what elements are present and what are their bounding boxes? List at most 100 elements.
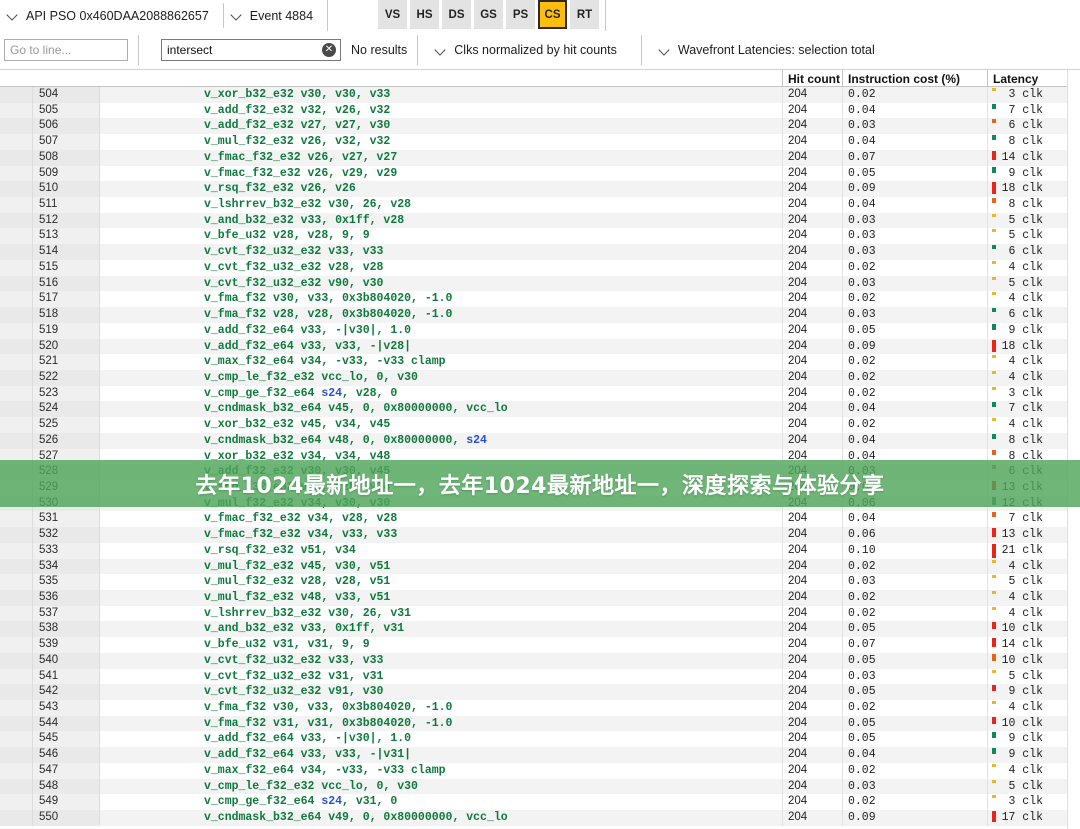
table-row[interactable]: 550v_cndmask_b32_e64 v49, 0, 0x80000000,…	[0, 810, 1080, 826]
table-row[interactable]: 544v_fma_f32 v31, v31, 0x3b804020, -1.02…	[0, 716, 1080, 732]
table-row[interactable]: 511v_lshrrev_b32_e32 v30, 26, v282040.04…	[0, 197, 1080, 213]
table-row[interactable]: 536v_mul_f32_e32 v48, v33, v512040.024 c…	[0, 590, 1080, 606]
stage-tab-gs[interactable]: GS	[474, 0, 503, 29]
table-row[interactable]: 513v_bfe_u32 v28, v28, 9, 92040.035 clk	[0, 228, 1080, 244]
table-row[interactable]: 504v_xor_b32_e32 v30, v30, v332040.023 c…	[0, 87, 1080, 103]
clear-search-icon[interactable]: ✕	[322, 43, 336, 57]
line-number: 534	[33, 559, 100, 575]
table-row[interactable]: 528v_add_f32_e32 v30, v30, v452040.036 c…	[0, 464, 1080, 480]
table-row[interactable]: 533v_rsq_f32_e32 v51, v342040.1021 clk	[0, 543, 1080, 559]
table-row[interactable]: 547v_max_f32_e64 v34, -v33, -v33 clamp20…	[0, 763, 1080, 779]
table-row[interactable]: 507v_mul_f32_e32 v26, v32, v322040.048 c…	[0, 134, 1080, 150]
stage-tab-hs[interactable]: HS	[410, 0, 439, 29]
stage-tab-vs[interactable]: VS	[378, 0, 407, 29]
chevron-down-icon	[660, 45, 671, 56]
header-hit-count[interactable]: Hit count	[782, 70, 842, 87]
latency-cell: 13 clk	[987, 480, 1067, 496]
instruction-text: v_and_b32_e32 v33, 0x1ff, v31	[100, 621, 782, 637]
table-row[interactable]: 505v_add_f32_e32 v32, v26, v322040.047 c…	[0, 103, 1080, 119]
table-row[interactable]: 506v_add_f32_e32 v27, v27, v302040.036 c…	[0, 118, 1080, 134]
table-row[interactable]: 537v_lshrrev_b32_e32 v30, 26, v312040.02…	[0, 606, 1080, 622]
table-row[interactable]: 527v_xor_b32_e32 v34, v34, v482040.048 c…	[0, 449, 1080, 465]
hit-count-value: 204	[782, 323, 842, 339]
instruction-text: v_cvt_f32_u32_e32 v91, v30	[100, 684, 782, 700]
instruction-cost-value: 0.07	[842, 150, 987, 166]
latency-bar	[992, 450, 996, 455]
goto-line-input[interactable]	[4, 39, 128, 61]
table-row[interactable]: 532v_fmac_f32_e32 v34, v33, v332040.0613…	[0, 527, 1080, 543]
stage-tab-rt[interactable]: RT	[570, 0, 599, 29]
table-row[interactable]: 520v_add_f32_e64 v33, v33, -|v28|2040.09…	[0, 339, 1080, 355]
header-latency[interactable]: Latency	[987, 70, 1067, 87]
instruction-text: v_xor_b32_e32 v30, v30, v33	[100, 87, 782, 103]
latency-value: 8 clk	[1008, 198, 1043, 211]
table-row[interactable]: 538v_and_b32_e32 v33, 0x1ff, v312040.051…	[0, 621, 1080, 637]
table-row[interactable]: 546v_add_f32_e64 v33, v33, -|v31|2040.04…	[0, 747, 1080, 763]
table-row[interactable]: 525v_xor_b32_e32 v45, v34, v452040.024 c…	[0, 417, 1080, 433]
latency-cell: 9 clk	[987, 323, 1067, 339]
table-row[interactable]: 549v_cmp_ge_f32_e64 s24, v31, 02040.023 …	[0, 794, 1080, 810]
instruction-cost-value: 0.06	[842, 496, 987, 512]
table-row[interactable]: 531v_fmac_f32_e32 v34, v28, v282040.047 …	[0, 511, 1080, 527]
instruction-cost-value: 0.03	[842, 118, 987, 134]
table-row[interactable]: 515v_cvt_f32_u32_e32 v28, v282040.024 cl…	[0, 260, 1080, 276]
instruction-cost-value: 0.05	[842, 653, 987, 669]
table-row[interactable]: 529v_add_f32_e32 v28, v28, v342040.0713 …	[0, 480, 1080, 496]
toolbar-divider	[327, 0, 328, 31]
table-row[interactable]: 524v_cndmask_b32_e64 v45, 0, 0x80000000,…	[0, 401, 1080, 417]
wavefront-latency-selector[interactable]: Wavefront Latencies: selection total	[652, 35, 889, 66]
table-row[interactable]: 541v_cvt_f32_u32_e32 v31, v312040.035 cl…	[0, 669, 1080, 685]
table-row[interactable]: 539v_bfe_u32 v31, v31, 9, 92040.0714 clk	[0, 637, 1080, 653]
normalization-selector[interactable]: Clks normalized by hit counts	[428, 35, 631, 66]
table-row[interactable]: 530v_mul_f32_e32 v34, v30, v302040.0612 …	[0, 496, 1080, 512]
table-row[interactable]: 509v_fmac_f32_e32 v26, v29, v292040.059 …	[0, 166, 1080, 182]
instruction-cost-value: 0.05	[842, 716, 987, 732]
event-selector[interactable]: Event 4884	[224, 0, 327, 31]
row-gutter	[0, 511, 33, 527]
table-row[interactable]: 522v_cmp_le_f32_e32 vcc_lo, 0, v302040.0…	[0, 370, 1080, 386]
table-row[interactable]: 523v_cmp_ge_f32_e64 s24, v28, 02040.023 …	[0, 386, 1080, 402]
vertical-scrollbar[interactable]	[1067, 70, 1080, 829]
instruction-text: v_lshrrev_b32_e32 v30, 26, v31	[100, 606, 782, 622]
row-gutter	[0, 134, 33, 150]
table-row[interactable]: 510v_rsq_f32_e32 v26, v262040.0918 clk	[0, 181, 1080, 197]
table-row[interactable]: 542v_cvt_f32_u32_e32 v91, v302040.059 cl…	[0, 684, 1080, 700]
stage-tab-ps[interactable]: PS	[506, 0, 535, 29]
row-gutter	[0, 464, 33, 480]
latency-bar	[992, 324, 996, 330]
row-gutter	[0, 669, 33, 685]
pso-selector[interactable]: API PSO 0x460DAA2088862657	[0, 0, 223, 31]
table-row[interactable]: 518v_fma_f32 v28, v28, 0x3b804020, -1.02…	[0, 307, 1080, 323]
table-row[interactable]: 508v_fmac_f32_e32 v26, v27, v272040.0714…	[0, 150, 1080, 166]
table-row[interactable]: 521v_max_f32_e64 v34, -v33, -v33 clamp20…	[0, 354, 1080, 370]
table-row[interactable]: 514v_cvt_f32_u32_e32 v33, v332040.036 cl…	[0, 244, 1080, 260]
table-row[interactable]: 516v_cvt_f32_u32_e32 v90, v302040.035 cl…	[0, 276, 1080, 292]
latency-bar	[992, 434, 996, 439]
latency-value: 9 clk	[1008, 685, 1043, 698]
table-row[interactable]: 548v_cmp_le_f32_e32 vcc_lo, 0, v302040.0…	[0, 779, 1080, 795]
hit-count-value: 204	[782, 166, 842, 182]
table-row[interactable]: 519v_add_f32_e64 v33, -|v30|, 1.02040.05…	[0, 323, 1080, 339]
latency-value: 9 clk	[1008, 324, 1043, 337]
latency-value: 9 clk	[1008, 167, 1043, 180]
search-input[interactable]	[161, 39, 341, 61]
table-row[interactable]: 543v_fma_f32 v30, v33, 0x3b804020, -1.02…	[0, 700, 1080, 716]
table-row[interactable]: 535v_mul_f32_e32 v28, v28, v512040.035 c…	[0, 574, 1080, 590]
stage-tab-ds[interactable]: DS	[442, 0, 471, 29]
row-gutter	[0, 716, 33, 732]
stage-tab-cs[interactable]: CS	[538, 0, 567, 29]
table-row[interactable]: 534v_mul_f32_e32 v45, v30, v512040.024 c…	[0, 559, 1080, 575]
latency-value: 6 clk	[1008, 119, 1043, 132]
table-row[interactable]: 517v_fma_f32 v30, v33, 0x3b804020, -1.02…	[0, 291, 1080, 307]
hit-count-value: 204	[782, 669, 842, 685]
row-gutter	[0, 323, 33, 339]
table-row[interactable]: 526v_cndmask_b32_e64 v48, 0, 0x80000000,…	[0, 433, 1080, 449]
latency-value: 9 clk	[1008, 732, 1043, 745]
header-instruction-cost[interactable]: Instruction cost (%)	[842, 70, 987, 87]
table-row[interactable]: 512v_and_b32_e32 v33, 0x1ff, v282040.035…	[0, 213, 1080, 229]
table-row[interactable]: 540v_cvt_f32_u32_e32 v33, v332040.0510 c…	[0, 653, 1080, 669]
instruction-text: v_cvt_f32_u32_e32 v90, v30	[100, 276, 782, 292]
table-row[interactable]: 545v_add_f32_e64 v33, -|v30|, 1.02040.05…	[0, 731, 1080, 747]
instruction-text: v_lshrrev_b32_e32 v30, 26, v28	[100, 197, 782, 213]
chevron-down-icon	[436, 45, 447, 56]
